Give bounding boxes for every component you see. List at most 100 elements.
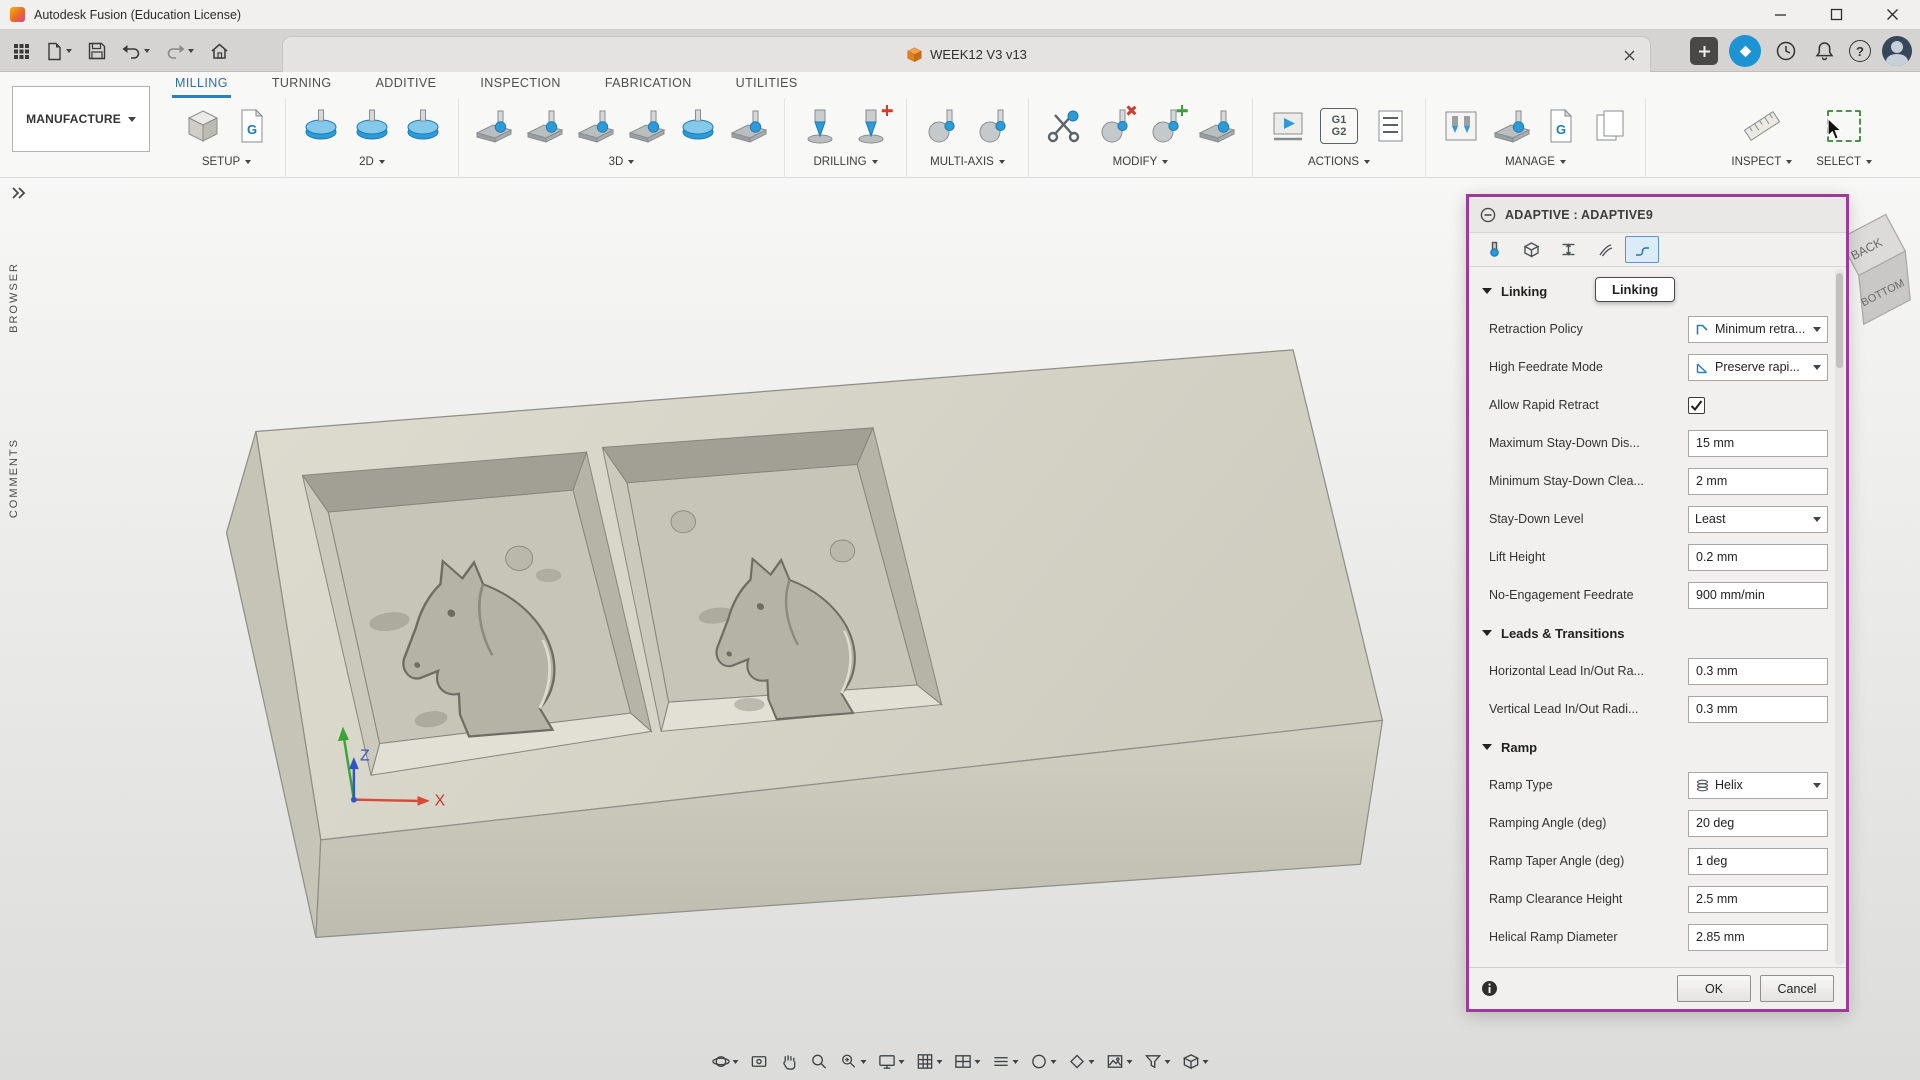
section-ramp[interactable]: Ramp bbox=[1469, 728, 1846, 766]
group-actions-menu[interactable]: ACTIONS bbox=[1308, 152, 1370, 168]
cancel-button[interactable]: Cancel bbox=[1760, 975, 1834, 1002]
sidebar-item-comments[interactable]: COMMENTS bbox=[8, 438, 20, 523]
2d-pocket-button[interactable] bbox=[349, 103, 395, 149]
horizontal-lead-input[interactable] bbox=[1688, 658, 1828, 685]
stay-down-level-select[interactable]: Least bbox=[1688, 506, 1828, 533]
tool-library-button[interactable] bbox=[1438, 103, 1484, 149]
nav-viewports[interactable] bbox=[950, 1049, 985, 1074]
simulate-button[interactable] bbox=[1265, 103, 1311, 149]
multiaxis-contour-button[interactable] bbox=[970, 103, 1016, 149]
delete-toolpath-button[interactable] bbox=[1092, 103, 1138, 149]
nav-toolpath-filter[interactable] bbox=[1140, 1049, 1175, 1074]
nav-orbit[interactable] bbox=[708, 1049, 743, 1074]
job-status-button[interactable] bbox=[1772, 37, 1800, 65]
app-grid-button[interactable] bbox=[10, 40, 33, 63]
2d-contour-button[interactable] bbox=[400, 103, 446, 149]
redo-button[interactable] bbox=[163, 40, 197, 62]
retraction-policy-select[interactable]: Minimum retra... bbox=[1688, 316, 1828, 343]
user-avatar[interactable] bbox=[1882, 36, 1912, 66]
ramp-clearance-height-input[interactable] bbox=[1688, 886, 1828, 913]
dialog-scrollbar[interactable] bbox=[1835, 269, 1844, 965]
maximum-stay-down-input[interactable] bbox=[1688, 430, 1828, 457]
post-library-button[interactable]: G bbox=[1540, 106, 1582, 146]
group-select-menu[interactable]: SELECT bbox=[1816, 152, 1872, 168]
nav-zoom[interactable] bbox=[806, 1049, 833, 1074]
group-3d-menu[interactable]: 3D bbox=[609, 152, 635, 168]
nav-measure[interactable] bbox=[1064, 1049, 1099, 1074]
group-2d-menu[interactable]: 2D bbox=[359, 152, 385, 168]
nav-constrained-orbit[interactable] bbox=[1026, 1049, 1061, 1074]
face-button[interactable] bbox=[298, 103, 344, 149]
notifications-button[interactable] bbox=[1811, 37, 1838, 65]
bore-button[interactable] bbox=[848, 103, 894, 149]
scrollbar-thumb[interactable] bbox=[1836, 273, 1843, 368]
tab-tool[interactable] bbox=[1477, 236, 1511, 263]
vertical-lead-input[interactable] bbox=[1688, 696, 1828, 723]
close-document-button[interactable] bbox=[1620, 46, 1638, 64]
no-engagement-feedrate-input[interactable] bbox=[1688, 582, 1828, 609]
help-button[interactable]: ? bbox=[1849, 40, 1871, 62]
ramping-angle-input[interactable] bbox=[1688, 810, 1828, 837]
toolpath-modify-button[interactable] bbox=[1194, 103, 1240, 149]
adaptive-clearing-button[interactable] bbox=[471, 103, 517, 149]
group-manage-menu[interactable]: MANAGE bbox=[1505, 152, 1566, 168]
tab-linking[interactable] bbox=[1625, 236, 1659, 263]
measure-button[interactable] bbox=[1739, 103, 1785, 149]
pocket-clearing-button[interactable] bbox=[522, 103, 568, 149]
tab-heights[interactable] bbox=[1551, 236, 1585, 263]
undo-button[interactable] bbox=[119, 40, 153, 62]
save-button[interactable] bbox=[85, 39, 109, 63]
group-inspect-menu[interactable]: INSPECT bbox=[1731, 152, 1792, 168]
parallel-button[interactable] bbox=[624, 103, 670, 149]
file-menu-button[interactable] bbox=[43, 39, 75, 64]
home-view-button[interactable] bbox=[207, 39, 232, 63]
trim-toolpath-button[interactable] bbox=[1041, 103, 1087, 149]
tab-additive[interactable]: ADDITIVE bbox=[373, 72, 440, 98]
add-toolpath-button[interactable] bbox=[1143, 103, 1189, 149]
nav-pan[interactable] bbox=[776, 1049, 803, 1074]
ramp-type-select[interactable]: Helix bbox=[1688, 772, 1828, 799]
tab-inspection[interactable]: INSPECTION bbox=[477, 72, 563, 98]
document-tab[interactable]: WEEK12 V3 v13 bbox=[282, 36, 1651, 72]
templates-button[interactable] bbox=[1587, 103, 1633, 149]
extensions-button[interactable] bbox=[1729, 35, 1761, 67]
ramp-taper-angle-input[interactable] bbox=[1688, 848, 1828, 875]
setup-sheet-button[interactable] bbox=[1367, 103, 1413, 149]
machine-library-button[interactable] bbox=[1489, 103, 1535, 149]
close-window-button[interactable] bbox=[1864, 0, 1920, 30]
group-modify-menu[interactable]: MODIFY bbox=[1113, 152, 1169, 168]
group-drilling-menu[interactable]: DRILLING bbox=[813, 152, 877, 168]
sidebar-item-browser[interactable]: BROWSER bbox=[8, 262, 20, 338]
post-process-button[interactable]: G1 G2 bbox=[1316, 103, 1362, 149]
lift-height-input[interactable] bbox=[1688, 544, 1828, 571]
minimum-stay-down-input[interactable] bbox=[1688, 468, 1828, 495]
nav-grid-settings[interactable] bbox=[912, 1049, 947, 1074]
tab-fabrication[interactable]: FABRICATION bbox=[602, 72, 695, 98]
group-setup-menu[interactable]: SETUP bbox=[202, 152, 251, 168]
nav-named-views[interactable] bbox=[1102, 1049, 1137, 1074]
drill-button[interactable] bbox=[797, 103, 843, 149]
new-setup-button[interactable] bbox=[180, 103, 226, 149]
dialog-header[interactable]: ADAPTIVE : ADAPTIVE9 bbox=[1469, 197, 1846, 233]
group-multiaxis-menu[interactable]: MULTI-AXIS bbox=[930, 152, 1005, 168]
nav-section-view[interactable] bbox=[1178, 1049, 1213, 1074]
high-feedrate-mode-select[interactable]: Preserve rapi... bbox=[1688, 354, 1828, 381]
info-icon[interactable] bbox=[1481, 980, 1498, 997]
workspace-selector[interactable]: MANUFACTURE bbox=[12, 86, 150, 152]
browser-expand-button[interactable] bbox=[10, 186, 28, 205]
minimize-button[interactable] bbox=[1752, 0, 1808, 30]
nav-visual-style[interactable] bbox=[988, 1049, 1023, 1074]
helical-ramp-diameter-input[interactable] bbox=[1688, 924, 1828, 951]
new-document-tab-button[interactable] bbox=[1690, 37, 1718, 65]
collapse-circle-icon[interactable] bbox=[1480, 207, 1496, 223]
tab-milling[interactable]: MILLING bbox=[172, 72, 231, 98]
swarf-button[interactable] bbox=[919, 103, 965, 149]
tab-utilities[interactable]: UTILITIES bbox=[733, 72, 801, 98]
allow-rapid-retract-checkbox[interactable] bbox=[1688, 397, 1705, 414]
nav-display-settings[interactable] bbox=[874, 1049, 909, 1074]
nav-look-at[interactable] bbox=[746, 1049, 773, 1074]
section-leads-transitions[interactable]: Leads & Transitions bbox=[1469, 614, 1846, 652]
spiral-button[interactable] bbox=[726, 103, 772, 149]
maximize-button[interactable] bbox=[1808, 0, 1864, 30]
steep-shallow-button[interactable] bbox=[573, 103, 619, 149]
